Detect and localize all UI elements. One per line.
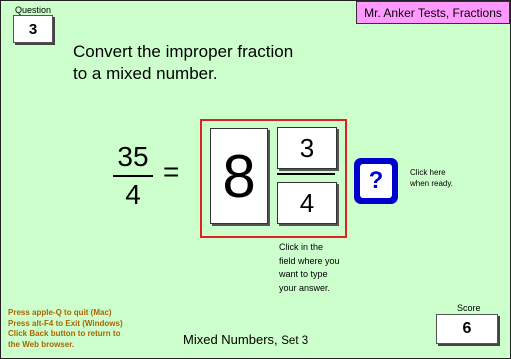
answer-hint-line-1: Click in the [279, 242, 324, 252]
quit-line-1: Press apple-Q to quit (Mac) [8, 308, 112, 317]
answer-hint-line-3: want to type [279, 269, 328, 279]
question-number-box: 3 [13, 15, 53, 43]
answer-hint-line-2: field where you [279, 255, 340, 266]
instruction-line-2: to a mixed number. [73, 64, 218, 83]
numerator-field[interactable]: 3 [277, 127, 337, 169]
check-answer-hint: Click here when ready. [410, 167, 453, 189]
score-value-box: 6 [436, 314, 498, 344]
answer-hint-line-4: your answer. [279, 282, 331, 293]
footer-topic: Mixed Numbers, [183, 332, 278, 347]
quit-line-4: the Web browser. [8, 339, 75, 349]
equals-sign: = [163, 156, 180, 187]
improper-numerator: 35 [117, 141, 149, 172]
improper-denominator: 4 [125, 179, 141, 210]
score-label: Score [457, 303, 481, 313]
answer-fraction-bar [277, 173, 335, 175]
footer-set: Set 3 [281, 335, 309, 347]
check-answer-button[interactable]: ? [354, 158, 398, 204]
improper-fraction-bar [113, 175, 153, 177]
check-hint-line-1: Click here [410, 168, 446, 177]
test-title-tab: Mr. Anker Tests, Fractions [356, 1, 510, 24]
check-hint-line-2: when ready. [410, 179, 453, 188]
instruction-line-1: Convert the improper fraction [73, 42, 294, 61]
improper-fraction: 35 4 [111, 141, 155, 211]
quit-instructions: Press apple-Q to quit (Mac) Press alt-F4… [8, 308, 123, 350]
instruction-text: Convert the improper fraction to a mixed… [73, 41, 293, 85]
question-mark-icon: ? [360, 164, 392, 198]
whole-number-field[interactable]: 8 [210, 128, 268, 224]
denominator-field[interactable]: 4 [277, 182, 337, 224]
footer-title: Mixed Numbers, Set 3 [183, 332, 308, 347]
quit-line-3: Click Back button to return to [8, 329, 121, 338]
question-label: Question [15, 5, 52, 15]
answer-field-hint: Click in the field where you want to typ… [279, 241, 340, 295]
quit-line-2: Press alt-F4 to Exit (Windows) [8, 318, 123, 328]
test-window: Question 3 Mr. Anker Tests, Fractions Co… [0, 0, 511, 359]
